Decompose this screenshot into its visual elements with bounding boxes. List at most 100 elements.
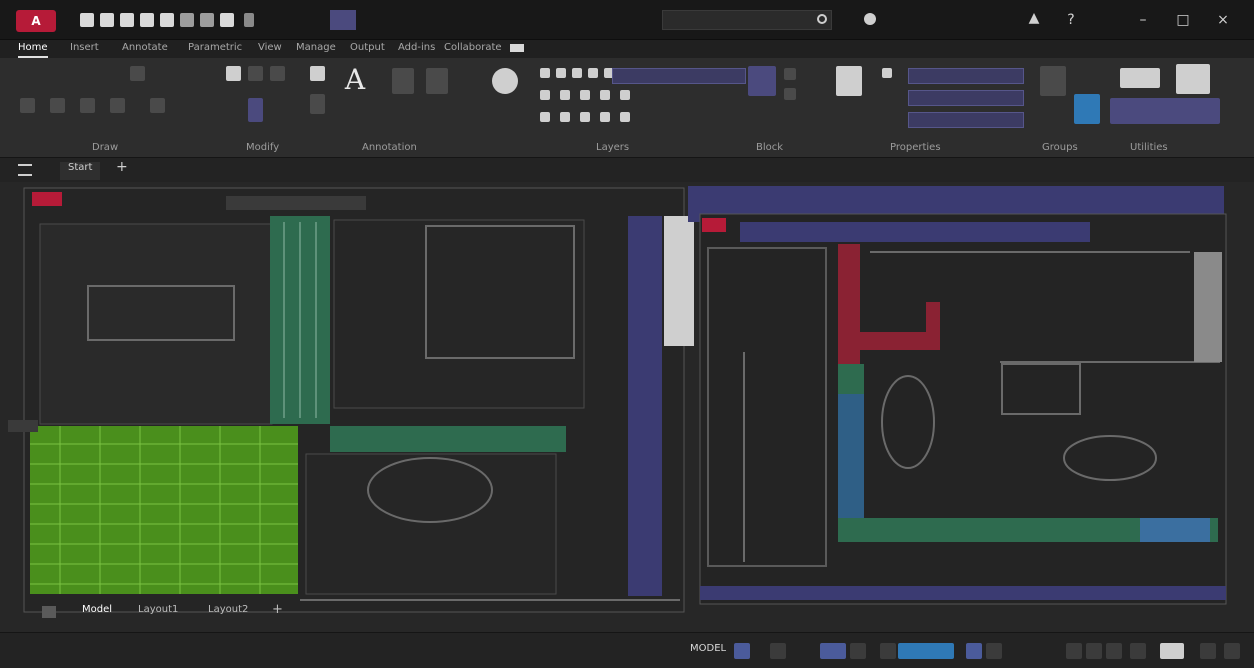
maximize-button[interactable]: □ xyxy=(1170,10,1196,30)
layer-tool-3-icon[interactable] xyxy=(572,68,582,78)
table-tool-icon[interactable] xyxy=(426,68,448,94)
tab-insert[interactable]: Insert xyxy=(70,42,99,56)
layout-menu-icon[interactable] xyxy=(42,606,56,618)
snap-toggle-icon[interactable] xyxy=(770,643,786,659)
insert-block-icon[interactable] xyxy=(748,66,776,96)
polar-toggle-icon[interactable] xyxy=(850,643,866,659)
group-icon[interactable] xyxy=(1040,66,1066,96)
tab-annotate[interactable]: Annotate xyxy=(122,42,168,56)
ortho-toggle-icon[interactable] xyxy=(820,643,846,659)
rectangle-tool-icon[interactable] xyxy=(130,66,145,81)
isodraft-toggle-icon[interactable] xyxy=(880,643,896,659)
tab-add-ins[interactable]: Add-ins xyxy=(398,42,435,56)
save-as-icon[interactable] xyxy=(140,13,154,27)
undo-icon[interactable] xyxy=(180,13,194,27)
right-scrollbar[interactable] xyxy=(1194,252,1222,362)
new-file-icon[interactable] xyxy=(80,13,94,27)
match-properties-icon[interactable] xyxy=(836,66,862,96)
application-menu-button[interactable]: A xyxy=(16,10,56,32)
triangle-warning-icon[interactable]: ▲ xyxy=(1022,10,1046,30)
redo-icon[interactable] xyxy=(200,13,214,27)
layout-tab-model[interactable]: Model xyxy=(82,604,112,620)
pen-tool-icon[interactable] xyxy=(310,66,325,81)
tab-manage[interactable]: Manage xyxy=(296,42,336,56)
create-block-icon[interactable] xyxy=(784,68,796,80)
tab-home[interactable]: Home xyxy=(18,42,48,58)
units-icon[interactable] xyxy=(1130,643,1146,659)
polyline-tool-icon[interactable] xyxy=(50,98,65,113)
copy-tool-icon[interactable] xyxy=(248,98,263,122)
color-swatch-icon[interactable] xyxy=(882,68,892,78)
move-tool-icon[interactable] xyxy=(226,66,241,81)
file-tab-start[interactable]: Start xyxy=(60,162,101,180)
layout-tab-layout2[interactable]: Layout2 xyxy=(208,604,248,620)
new-file-tab-button[interactable]: + xyxy=(116,159,128,177)
utilities-dropdown[interactable] xyxy=(1110,98,1220,124)
share-button[interactable] xyxy=(330,10,356,30)
dimension-tool-icon[interactable] xyxy=(392,68,414,94)
hardware-acceleration-icon[interactable] xyxy=(1160,643,1184,659)
layer-tool-13-icon[interactable] xyxy=(580,112,590,122)
right-viewport[interactable] xyxy=(699,213,1227,605)
clipboard-icon[interactable] xyxy=(1176,64,1210,94)
hatch-tool-icon[interactable] xyxy=(150,98,165,113)
text-tool-icon[interactable]: A xyxy=(340,63,370,99)
tab-view[interactable]: View xyxy=(258,42,282,56)
user-account-button[interactable] xyxy=(840,10,970,30)
viewport-control-icon[interactable] xyxy=(32,192,62,206)
layer-tool-8-icon[interactable] xyxy=(580,90,590,100)
ribbon-toggle-icon[interactable] xyxy=(510,44,524,52)
fillet-tool-icon[interactable] xyxy=(310,94,325,114)
tab-collaborate[interactable]: Collaborate xyxy=(444,42,502,56)
transparency-toggle-icon[interactable] xyxy=(986,643,1002,659)
help-icon[interactable]: ? xyxy=(1058,10,1084,30)
lineweight-toggle-icon[interactable] xyxy=(966,643,982,659)
grid-toggle-icon[interactable] xyxy=(734,643,750,659)
open-file-icon[interactable] xyxy=(100,13,114,27)
layer-tool-12-icon[interactable] xyxy=(560,112,570,122)
customization-menu-icon[interactable] xyxy=(1224,643,1240,659)
lineweight-dropdown[interactable] xyxy=(908,90,1024,106)
new-layout-button[interactable]: + xyxy=(272,602,283,618)
clean-screen-icon[interactable] xyxy=(1200,643,1216,659)
line-tool-icon[interactable] xyxy=(20,98,35,113)
layer-tool-7-icon[interactable] xyxy=(560,90,570,100)
layer-properties-icon[interactable] xyxy=(492,68,518,94)
model-space-toggle[interactable]: MODEL xyxy=(690,643,726,659)
layer-tool-10-icon[interactable] xyxy=(620,90,630,100)
workspace-icon[interactable] xyxy=(220,13,234,27)
trim-tool-icon[interactable] xyxy=(270,66,285,81)
object-snap-tracking-icon[interactable] xyxy=(898,643,954,659)
group-edit-icon[interactable] xyxy=(1074,94,1100,124)
arc-tool-icon[interactable] xyxy=(110,98,125,113)
circle-tool-icon[interactable] xyxy=(80,98,95,113)
annotation-monitor-icon[interactable] xyxy=(1106,643,1122,659)
layer-tool-2-icon[interactable] xyxy=(556,68,566,78)
rotate-tool-icon[interactable] xyxy=(248,66,263,81)
layer-tool-6-icon[interactable] xyxy=(540,90,550,100)
layer-tool-15-icon[interactable] xyxy=(620,112,630,122)
minimize-button[interactable]: – xyxy=(1130,10,1156,30)
close-button[interactable]: × xyxy=(1210,10,1236,30)
layer-tool-14-icon[interactable] xyxy=(600,112,610,122)
drawing-canvas[interactable] xyxy=(0,182,1254,632)
annotation-visibility-icon[interactable] xyxy=(1066,643,1082,659)
workspace-switch-icon[interactable] xyxy=(1086,643,1102,659)
search-input[interactable] xyxy=(662,10,832,30)
measure-icon[interactable] xyxy=(1120,68,1160,88)
layer-dropdown[interactable] xyxy=(612,68,746,84)
plot-icon[interactable] xyxy=(160,13,174,27)
layer-tool-4-icon[interactable] xyxy=(588,68,598,78)
layer-tool-1-icon[interactable] xyxy=(540,68,550,78)
layout-tab-layout1[interactable]: Layout1 xyxy=(138,604,178,620)
layer-tool-11-icon[interactable] xyxy=(540,112,550,122)
layer-tool-9-icon[interactable] xyxy=(600,90,610,100)
save-icon[interactable] xyxy=(120,13,134,27)
color-dropdown[interactable] xyxy=(908,68,1024,84)
hamburger-menu-icon[interactable] xyxy=(18,164,32,176)
viewport-control-icon[interactable] xyxy=(702,218,726,232)
linetype-dropdown[interactable] xyxy=(908,112,1024,128)
annotation-scale-readout[interactable] xyxy=(1004,643,1064,659)
viewcube-navbar[interactable] xyxy=(664,216,694,346)
tab-parametric[interactable]: Parametric xyxy=(188,42,242,56)
